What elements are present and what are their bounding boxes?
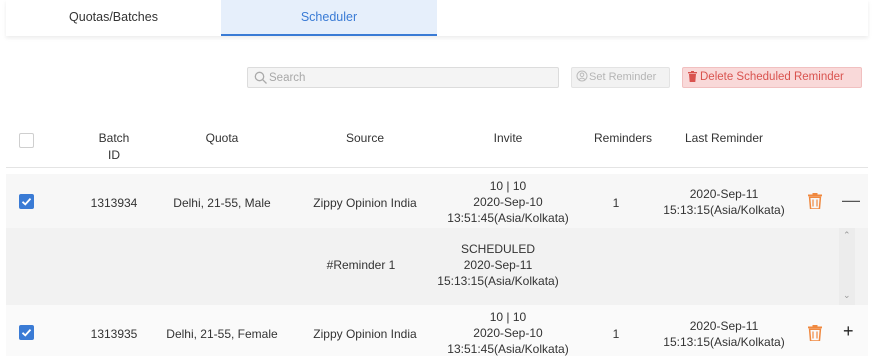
header-batch-id: Batch ID: [84, 130, 144, 164]
header-batch-id-line1: Batch: [98, 131, 130, 145]
last-reminder-date: 2020-Sep-11: [689, 187, 759, 201]
invite-count: 10 | 10: [489, 310, 527, 324]
header-source: Source: [345, 131, 385, 145]
reminder-status: SCHEDULED: [460, 242, 535, 256]
quota-cell: Delhi, 21-55, Male: [173, 196, 271, 210]
header-reminders: Reminders: [593, 131, 653, 145]
last-reminder-time: 15:13:15(Asia/Kolkata): [663, 203, 785, 217]
last-reminder-time: 15:13:15(Asia/Kolkata): [663, 335, 785, 349]
invite-time: 13:51:45(Asia/Kolkata): [447, 342, 569, 356]
header-divider: [6, 167, 868, 168]
select-all-checkbox[interactable]: [19, 133, 34, 148]
scroll-down-icon[interactable]: ⌄: [843, 290, 851, 301]
invite-cell: 10 | 10 2020-Sep-10 13:51:45(Asia/Kolkat…: [438, 178, 578, 226]
header-quota: Quota: [205, 131, 239, 145]
row-checkbox[interactable]: [19, 194, 34, 209]
tab-bar: Quotas/Batches Scheduler: [6, 0, 868, 36]
trash-icon: [688, 71, 697, 82]
last-reminder-cell: 2020-Sep-11 15:13:15(Asia/Kolkata): [654, 186, 794, 218]
search-box[interactable]: [247, 67, 559, 88]
reminder-date: 2020-Sep-11: [463, 258, 533, 272]
checkmark-icon: [21, 328, 32, 337]
reminder-label: #Reminder 1: [326, 258, 396, 272]
set-reminder-button[interactable]: Set Reminder: [571, 67, 670, 88]
header-invite: Invite: [493, 131, 523, 145]
checkmark-icon: [21, 197, 32, 206]
reminder-schedule: SCHEDULED 2020-Sep-11 15:13:15(Asia/Kolk…: [428, 241, 568, 289]
source-cell: Zippy Opinion India: [313, 196, 417, 210]
last-reminder-date: 2020-Sep-11: [689, 319, 759, 333]
invite-date: 2020-Sep-10: [473, 195, 543, 209]
invite-count: 10 | 10: [489, 179, 527, 193]
tab-quotas-batches[interactable]: Quotas/Batches: [6, 0, 221, 36]
collapse-button[interactable]: —: [842, 191, 860, 209]
invite-date: 2020-Sep-10: [473, 326, 543, 340]
invite-cell: 10 | 10 2020-Sep-10 13:51:45(Asia/Kolkat…: [438, 309, 578, 356]
batch-id-cell: 1313935: [90, 327, 138, 341]
tab-scheduler[interactable]: Scheduler: [221, 0, 437, 36]
quota-cell: Delhi, 21-55, Female: [166, 327, 278, 341]
search-input[interactable]: [269, 68, 549, 87]
trash-icon[interactable]: [808, 325, 822, 341]
invite-time: 13:51:45(Asia/Kolkata): [447, 211, 569, 225]
reminders-cell: 1: [612, 327, 620, 341]
reminder-time: 15:13:15(Asia/Kolkata): [437, 274, 559, 288]
source-cell: Zippy Opinion India: [313, 327, 417, 341]
header-last-reminder: Last Reminder: [684, 131, 764, 145]
row-checkbox[interactable]: [19, 325, 34, 340]
set-reminder-label: Set Reminder: [589, 71, 657, 83]
delete-scheduled-reminder-label: Delete Scheduled Reminder: [700, 71, 844, 83]
last-reminder-cell: 2020-Sep-11 15:13:15(Asia/Kolkata): [654, 318, 794, 350]
batch-id-cell: 1313934: [90, 196, 138, 210]
subrow-scrollbar[interactable]: ⌃ ⌄: [839, 228, 855, 305]
scroll-up-icon[interactable]: ⌃: [843, 230, 851, 241]
trash-icon[interactable]: [808, 193, 822, 209]
reminders-cell: 1: [612, 196, 620, 210]
search-icon: [254, 71, 267, 84]
expand-button[interactable]: +: [843, 322, 854, 340]
header-batch-id-line2: ID: [108, 148, 120, 162]
delete-scheduled-reminder-button[interactable]: Delete Scheduled Reminder: [682, 67, 862, 88]
user-circle-icon: [576, 70, 588, 82]
